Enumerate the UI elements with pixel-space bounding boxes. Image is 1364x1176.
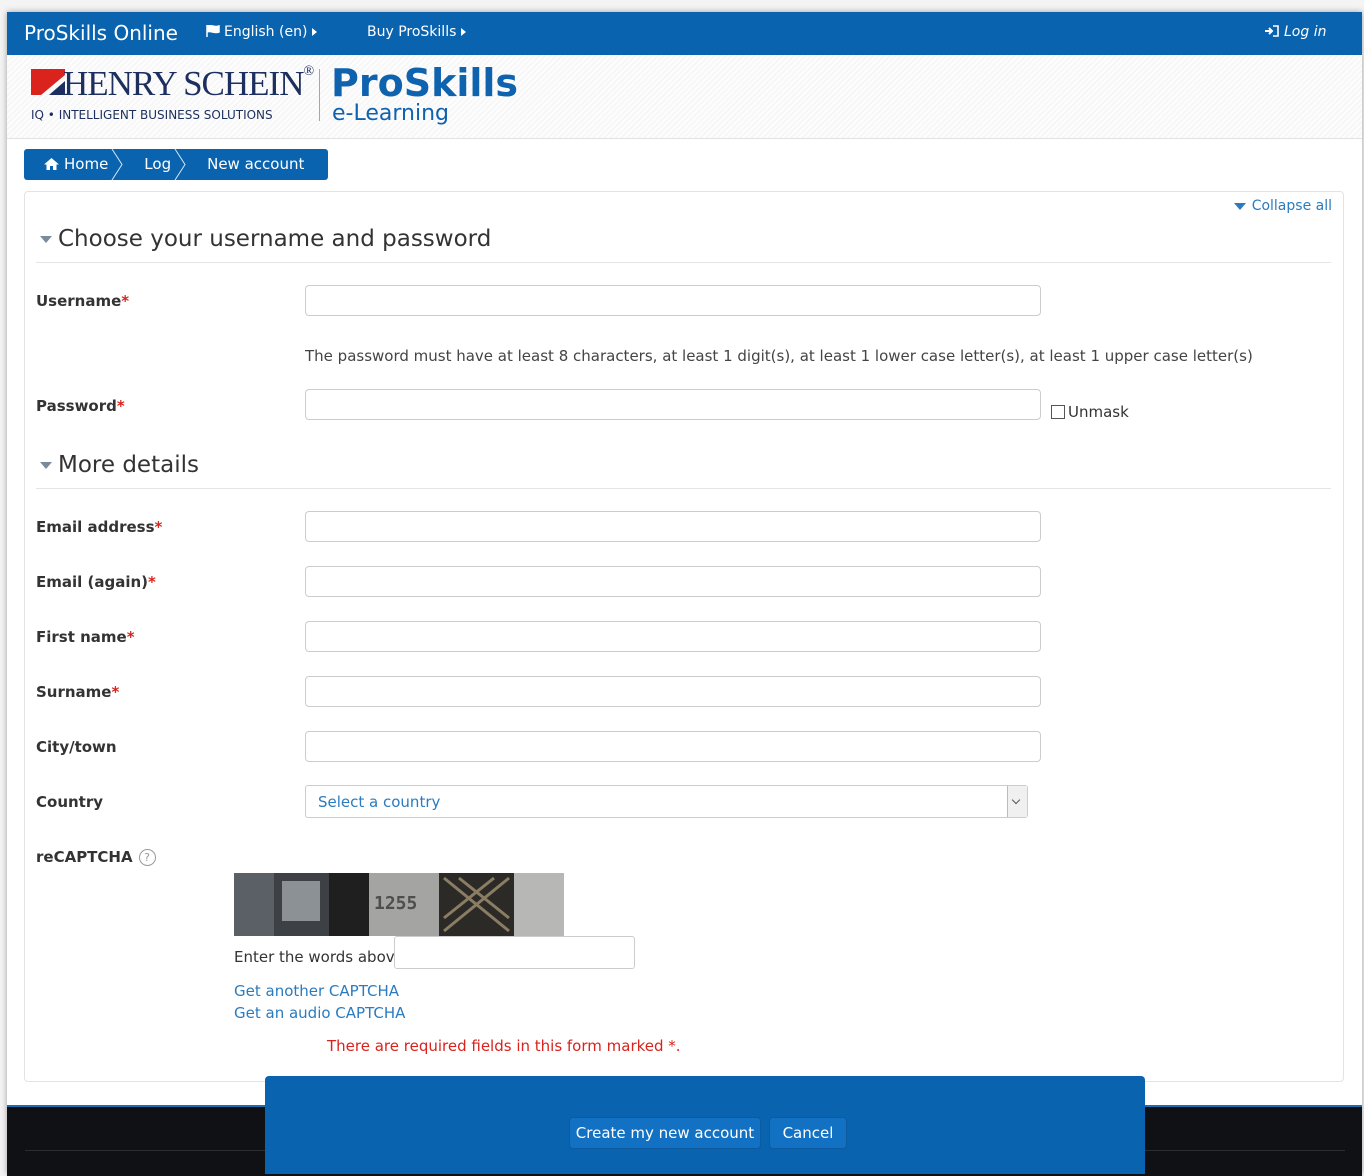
login-label: Log in [1284, 24, 1327, 40]
company-logo-text: HENRY SCHEIN® [63, 64, 314, 104]
unmask-toggle[interactable]: Unmask [1051, 403, 1129, 421]
captcha-image: 1255 [234, 873, 564, 936]
flag-icon [206, 24, 220, 37]
section-title: More details [58, 452, 199, 478]
create-account-button[interactable]: Create my new account [569, 1117, 761, 1149]
password-policy-hint: The password must have at least 8 charac… [305, 347, 1253, 365]
password-input[interactable] [305, 389, 1041, 420]
dropdown-button[interactable] [1007, 786, 1027, 817]
password-label: Password* [36, 397, 125, 415]
country-select-value: Select a country [318, 793, 441, 811]
site-header: HENRY SCHEIN® IQ • INTELLIGENT BUSINESS … [7, 55, 1362, 139]
cancel-button[interactable]: Cancel [769, 1117, 847, 1149]
email-again-input[interactable] [305, 566, 1041, 597]
firstname-input[interactable] [305, 621, 1041, 652]
username-label: Username* [36, 292, 130, 310]
company-name: HENRY SCHEIN [63, 64, 304, 103]
required-fields-note: There are required fields in this form m… [327, 1037, 681, 1055]
triangle-down-icon [40, 236, 52, 243]
unmask-label: Unmask [1068, 403, 1129, 421]
home-icon [44, 158, 59, 170]
breadcrumb-new-account[interactable]: New account [185, 149, 318, 180]
collapse-all-link[interactable]: Collapse all [1233, 198, 1332, 214]
recaptcha-label: reCAPTCHA? [36, 848, 156, 866]
caret-right-icon [312, 28, 318, 36]
sign-in-icon [1265, 25, 1279, 37]
city-input[interactable] [305, 731, 1041, 762]
language-menu[interactable]: English (en) [206, 24, 318, 40]
username-input[interactable] [305, 285, 1041, 316]
city-label: City/town [36, 738, 117, 756]
email-label: Email address* [36, 518, 163, 536]
section-more-details[interactable]: More details [40, 452, 199, 478]
buy-label: Buy ProSkills [367, 24, 457, 40]
breadcrumb-log[interactable]: Log [122, 149, 186, 180]
country-select[interactable]: Select a country [305, 785, 1028, 818]
section-divider [36, 262, 1331, 263]
company-tagline: IQ • INTELLIGENT BUSINESS SOLUTIONS [31, 108, 273, 122]
top-navbar: ProSkills Online English (en) Buy ProSki… [7, 12, 1362, 55]
breadcrumb-new-account-label: New account [207, 155, 305, 173]
help-icon[interactable]: ? [138, 849, 156, 866]
captcha-input[interactable] [394, 936, 635, 969]
email-again-label: Email (again)* [36, 573, 156, 591]
henry-schein-logo-icon [31, 69, 65, 95]
page-frame: ProSkills Online English (en) Buy ProSki… [7, 12, 1362, 1176]
caret-right-icon [461, 28, 467, 36]
buy-menu[interactable]: Buy ProSkills [367, 24, 467, 40]
breadcrumb-home-label: Home [64, 155, 109, 173]
logo-divider [319, 69, 320, 121]
unmask-checkbox[interactable] [1051, 405, 1065, 419]
captcha-another-link[interactable]: Get another CAPTCHA [234, 982, 399, 1000]
site-brand[interactable]: ProSkills Online [24, 21, 178, 45]
section-title: Choose your username and password [58, 226, 492, 252]
triangle-down-icon [40, 462, 52, 469]
section-username-password[interactable]: Choose your username and password [40, 226, 491, 252]
firstname-label: First name* [36, 628, 135, 646]
language-label: English (en) [224, 24, 308, 40]
country-label: Country [36, 793, 104, 811]
login-link[interactable]: Log in [1265, 24, 1326, 40]
breadcrumb: Home Log New account [24, 149, 329, 180]
captcha-audio-link[interactable]: Get an audio CAPTCHA [234, 1004, 405, 1022]
product-logo: ProSkills [331, 61, 519, 105]
breadcrumb-home[interactable]: Home [24, 149, 123, 180]
signup-form: Collapse all Choose your username and pa… [24, 191, 1344, 1082]
captcha-prompt: Enter the words above [234, 948, 404, 966]
chevron-down-icon [1011, 795, 1021, 805]
surname-label: Surname* [36, 683, 120, 701]
registered-mark: ® [303, 64, 314, 79]
collapse-all-label: Collapse all [1251, 198, 1332, 214]
section-divider [36, 488, 1331, 489]
product-subtitle: e-Learning [332, 101, 449, 126]
triangle-down-icon [1233, 202, 1246, 210]
breadcrumb-log-label: Log [144, 155, 172, 173]
email-input[interactable] [305, 511, 1041, 542]
captcha-text: 1255 [374, 893, 418, 914]
surname-input[interactable] [305, 676, 1041, 707]
